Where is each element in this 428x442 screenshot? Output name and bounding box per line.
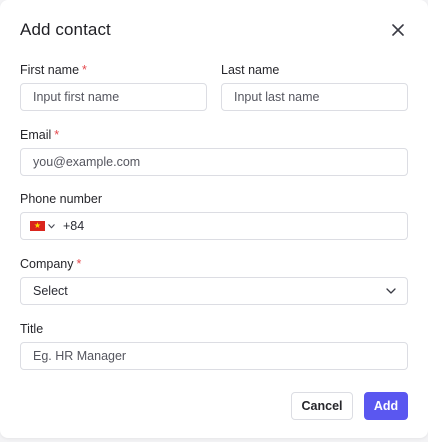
required-mark: * (82, 63, 87, 77)
company-label: Company * (20, 257, 81, 271)
first-name-input[interactable]: Input first name (20, 83, 207, 111)
vietnam-flag-icon[interactable]: ★ (30, 221, 45, 231)
dialog-header: Add contact (20, 19, 408, 41)
last-name-placeholder: Input last name (234, 90, 320, 104)
phone-label-text: Phone number (20, 192, 103, 206)
email-placeholder: you@example.com (33, 155, 141, 169)
company-selected-value: Select (33, 284, 68, 298)
country-chevron-down-icon[interactable] (48, 223, 55, 229)
email-input[interactable]: you@example.com (20, 148, 408, 176)
last-name-label-text: Last name (221, 63, 280, 77)
first-name-label-text: First name (20, 63, 80, 77)
phone-input[interactable]: ★ +84 (20, 212, 408, 240)
required-mark: * (76, 257, 82, 271)
add-button[interactable]: Add (364, 392, 408, 420)
title-input[interactable]: Eg. HR Manager (20, 342, 408, 370)
title-label: Title (20, 322, 43, 336)
flag-star-icon: ★ (33, 221, 42, 230)
phone-label: Phone number (20, 192, 102, 206)
email-label-text: Email (20, 128, 52, 142)
company-select[interactable]: Select (20, 277, 408, 305)
email-label: Email * (20, 128, 59, 142)
cancel-button[interactable]: Cancel (291, 392, 353, 420)
chevron-down-icon (386, 288, 396, 294)
last-name-label: Last name (221, 63, 279, 77)
dial-code: +84 (63, 219, 85, 233)
close-button[interactable] (389, 21, 407, 39)
last-name-input[interactable]: Input last name (221, 83, 408, 111)
first-name-placeholder: Input first name (33, 90, 120, 104)
dialog-title: Add contact (20, 20, 111, 39)
add-contact-dialog: Add contact First name * Input first name… (0, 0, 428, 438)
company-label-text: Company (20, 257, 74, 271)
title-label-text: Title (20, 322, 44, 336)
title-placeholder: Eg. HR Manager (33, 349, 127, 363)
required-mark: * (54, 128, 60, 142)
close-icon (392, 24, 404, 36)
first-name-label: First name * (20, 63, 87, 77)
